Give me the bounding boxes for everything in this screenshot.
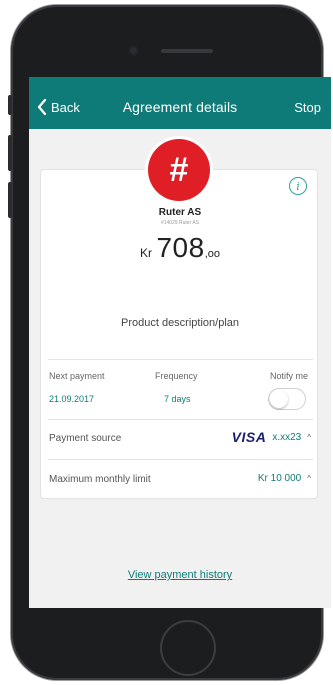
view-payment-history-link[interactable]: View payment history xyxy=(29,569,331,581)
notify-toggle[interactable] xyxy=(268,388,306,410)
mute-switch xyxy=(8,95,12,115)
monthly-limit-selector[interactable]: Kr 10 000 ^ xyxy=(258,473,311,484)
agreement-card xyxy=(40,169,318,499)
merchant-logo: # xyxy=(148,139,210,201)
next-payment-value: 21.09.2017 xyxy=(49,394,95,404)
amount-currency: Kr xyxy=(140,246,153,260)
page-title: Agreement details xyxy=(122,99,238,115)
amount-main: 708 xyxy=(156,232,205,263)
camera-icon xyxy=(128,45,139,56)
visa-logo: VISA xyxy=(231,429,267,445)
info-icon[interactable]: i xyxy=(289,177,307,195)
hash-icon: # xyxy=(169,151,189,189)
divider xyxy=(48,459,313,460)
monthly-limit-label: Maximum monthly limit xyxy=(49,474,151,485)
amount-decimal: ,oo xyxy=(204,248,220,260)
speaker-grille xyxy=(161,49,213,53)
frequency-value: 7 days xyxy=(164,394,191,404)
payment-source-label: Payment source xyxy=(49,433,122,444)
home-button[interactable] xyxy=(160,620,216,676)
next-payment-label: Next payment xyxy=(49,371,105,381)
stop-button[interactable]: Stop xyxy=(294,100,321,115)
monthly-limit-value: Kr 10 000 xyxy=(257,473,302,484)
divider xyxy=(48,419,313,420)
payment-source-selector[interactable]: VISA x.xx23 ^ xyxy=(232,429,311,445)
toggle-knob xyxy=(270,390,288,408)
frequency-label: Frequency xyxy=(155,371,198,381)
merchant-subtitle: #14029 Ruter AS xyxy=(160,220,200,226)
volume-up-button xyxy=(8,135,12,171)
navigation-bar: Back Agreement details Stop xyxy=(29,77,331,129)
notify-label: Notify me xyxy=(269,371,308,381)
agreement-amount: Kr 708,oo xyxy=(29,232,331,264)
chevron-up-icon: ^ xyxy=(307,474,311,483)
volume-down-button xyxy=(8,182,12,218)
divider xyxy=(48,359,313,360)
merchant-name: Ruter AS xyxy=(158,207,202,218)
chevron-up-icon: ^ xyxy=(307,432,311,442)
product-description: Product description/plan xyxy=(120,317,239,329)
card-number: x.xx23 xyxy=(272,431,302,443)
app-screen: Back Agreement details Stop # i Ruter AS… xyxy=(29,77,331,608)
